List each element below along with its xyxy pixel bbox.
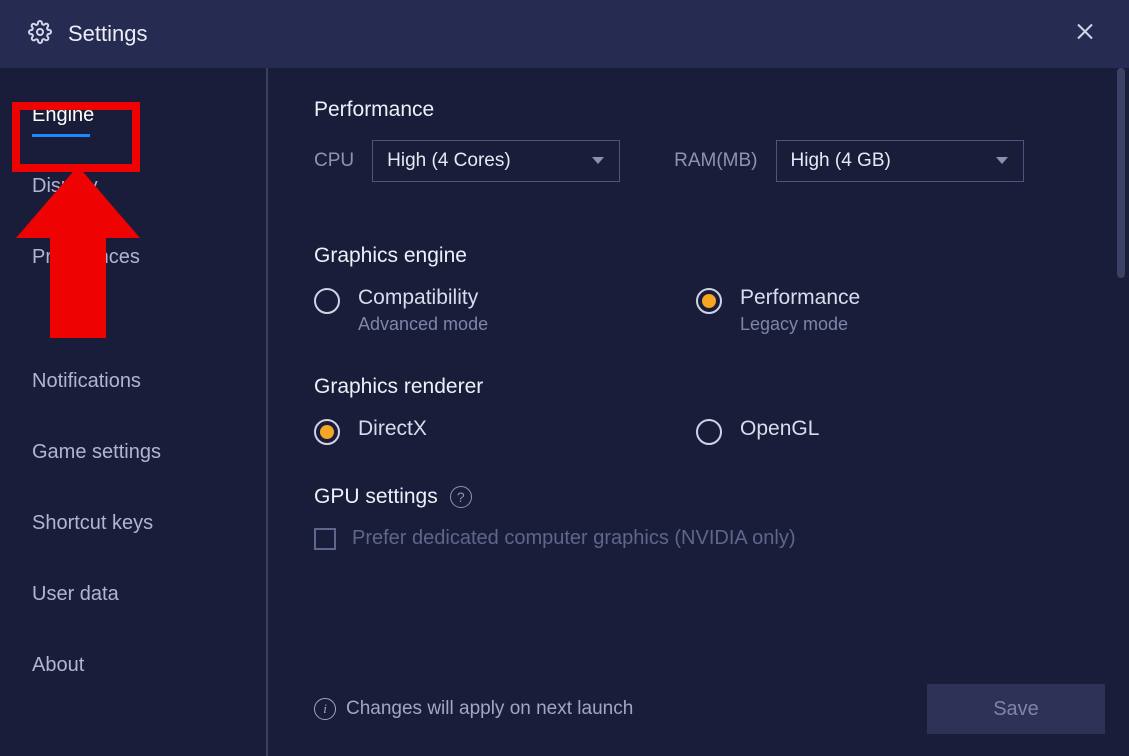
sidebar-item-label: Notifications (32, 370, 141, 392)
radio-label: DirectX (358, 417, 427, 441)
sidebar-item-notifications[interactable]: Notifications (0, 364, 266, 399)
gpu-dedicated-checkbox-row[interactable]: Prefer dedicated computer graphics (NVID… (314, 527, 1083, 550)
sidebar-item-about[interactable]: About (0, 648, 266, 683)
checkbox-icon (314, 528, 336, 550)
gear-icon (28, 20, 52, 49)
settings-panel: Performance CPU High (4 Cores) RAM(MB) H… (268, 68, 1129, 756)
sidebar-item-shortcut-keys[interactable]: Shortcut keys (0, 506, 266, 541)
save-button-label: Save (993, 698, 1039, 721)
radio-sublabel: Advanced mode (358, 314, 488, 335)
ram-select[interactable]: High (4 GB) (776, 140, 1024, 182)
sidebar-item-label: Shortcut keys (32, 512, 153, 534)
sidebar-item-label: Display (32, 175, 98, 197)
sidebar-item-label: Engine (32, 104, 94, 126)
radio-label: OpenGL (740, 417, 819, 441)
chevron-down-icon (995, 150, 1009, 172)
footer-note-text: Changes will apply on next launch (346, 698, 633, 720)
cpu-label: CPU (314, 150, 354, 172)
ram-select-value: High (4 GB) (791, 150, 891, 172)
cpu-select-value: High (4 Cores) (387, 150, 511, 172)
radio-icon (314, 419, 340, 445)
radio-option-directx[interactable]: DirectX (314, 417, 696, 445)
sidebar-item-game-settings[interactable]: Game settings (0, 435, 266, 470)
radio-option-opengl[interactable]: OpenGL (696, 417, 1078, 445)
sidebar-item-preferences[interactable]: Preferences (0, 240, 266, 275)
info-icon: i (314, 698, 336, 720)
section-title-graphics-engine: Graphics engine (314, 244, 1083, 268)
close-icon (1075, 22, 1095, 42)
settings-header: Settings (0, 0, 1129, 68)
radio-option-compatibility[interactable]: Compatibility Advanced mode (314, 286, 696, 335)
save-button[interactable]: Save (927, 684, 1105, 734)
sidebar-item-label: Preferences (32, 246, 140, 268)
sidebar-item-label: Game settings (32, 441, 161, 463)
radio-icon (696, 419, 722, 445)
radio-sublabel: Legacy mode (740, 314, 860, 335)
radio-icon (314, 288, 340, 314)
radio-label: Performance (740, 286, 860, 310)
close-button[interactable] (1069, 16, 1101, 53)
section-title-gpu: GPU settings (314, 485, 438, 509)
chevron-down-icon (591, 150, 605, 172)
radio-icon (696, 288, 722, 314)
ram-label: RAM(MB) (674, 150, 757, 172)
scrollbar[interactable] (1117, 68, 1125, 278)
sidebar-item-engine[interactable]: Engine (0, 98, 266, 133)
sidebar-item-user-data[interactable]: User data (0, 577, 266, 612)
cpu-select[interactable]: High (4 Cores) (372, 140, 620, 182)
radio-label: Compatibility (358, 286, 488, 310)
sidebar-item-label: User data (32, 583, 119, 605)
footer-note: i Changes will apply on next launch (314, 698, 633, 720)
sidebar-item-display[interactable]: Display (0, 169, 266, 204)
radio-option-performance[interactable]: Performance Legacy mode (696, 286, 1078, 335)
sidebar: Engine Display Preferences Notifications… (0, 68, 268, 756)
sidebar-item-label: About (32, 654, 84, 676)
help-icon[interactable]: ? (450, 486, 472, 508)
section-title-graphics-renderer: Graphics renderer (314, 375, 1083, 399)
sidebar-item-unknown[interactable] (0, 311, 266, 323)
section-title-performance: Performance (314, 98, 1083, 122)
page-title: Settings (68, 21, 148, 47)
checkbox-label: Prefer dedicated computer graphics (NVID… (352, 527, 796, 550)
